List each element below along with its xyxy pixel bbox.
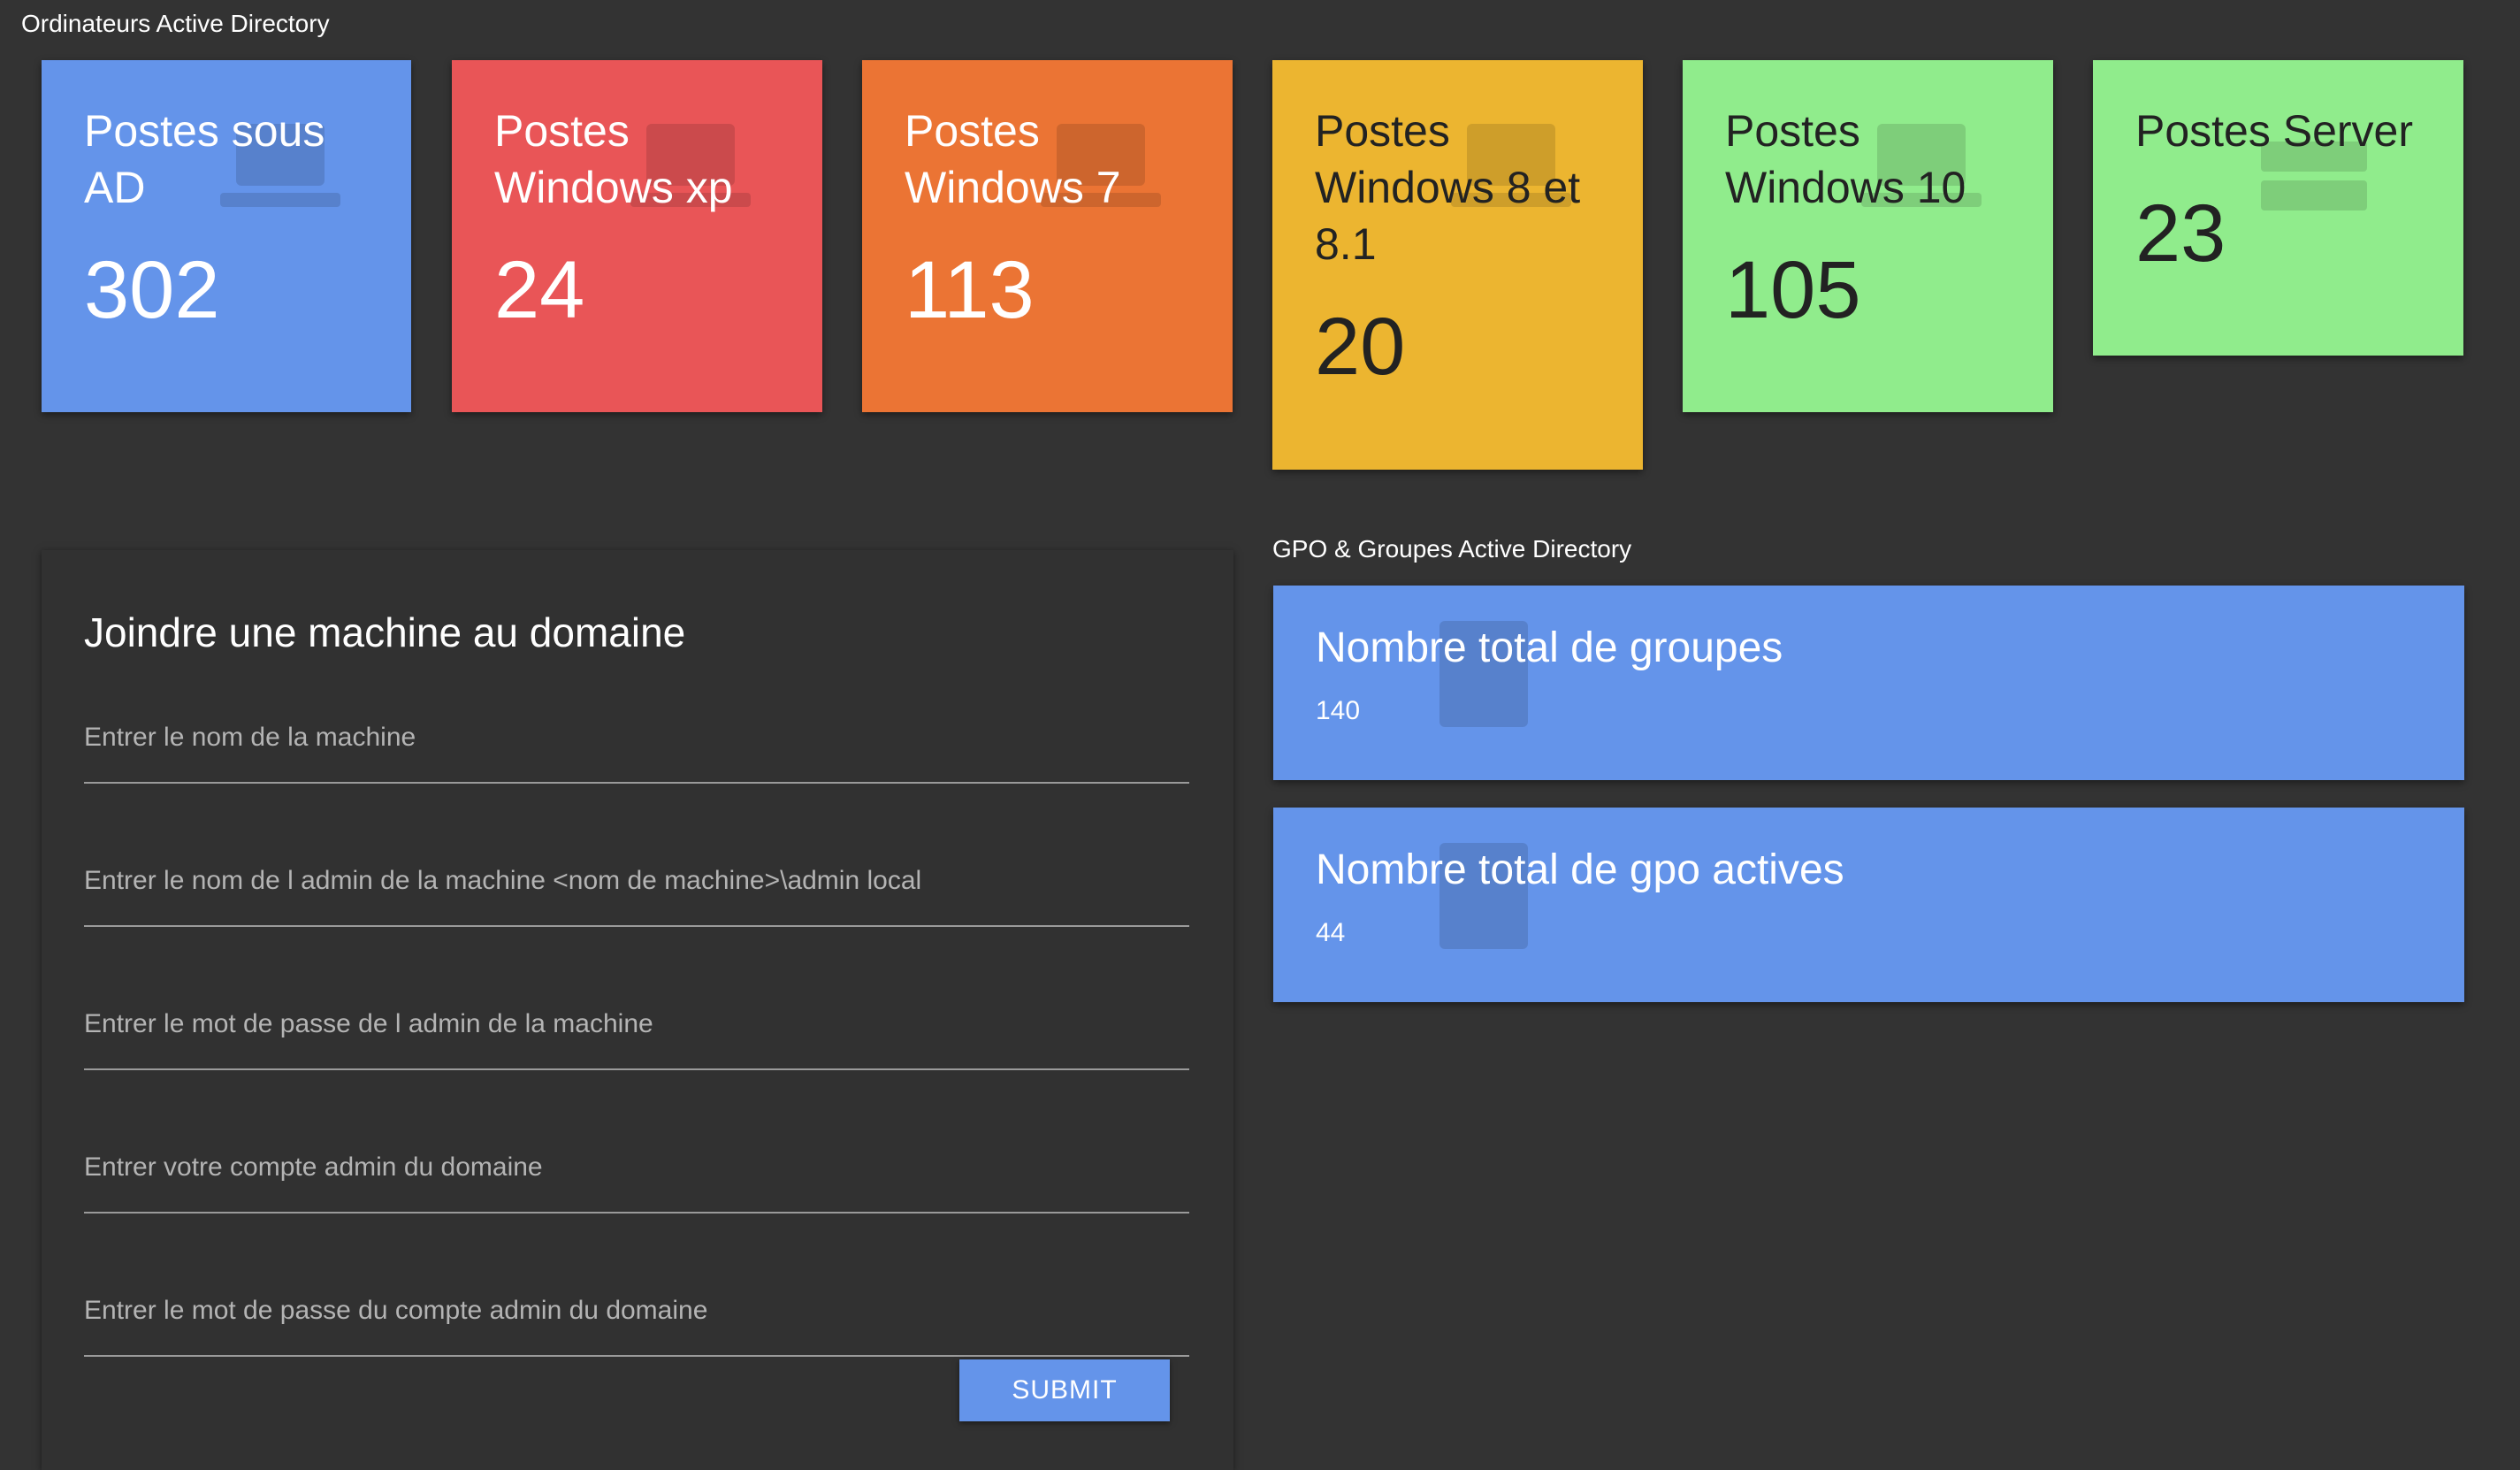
field-domain-admin	[84, 1116, 1191, 1259]
card-label: Postes Windows 10	[1725, 106, 1966, 212]
domain-admin-input[interactable]	[84, 1141, 1189, 1214]
card-label: Postes Windows 7	[905, 106, 1121, 212]
card-total-gpo[interactable]: Nombre total de gpo actives 44	[1273, 808, 2464, 1002]
card-value: 44	[1316, 918, 1346, 947]
machine-name-input[interactable]	[84, 711, 1189, 784]
field-machine-admin-password	[84, 973, 1191, 1116]
card-postes-server[interactable]: Postes Server 23	[2093, 60, 2463, 356]
computers-section-title: Ordinateurs Active Directory	[21, 10, 330, 37]
card-postes-win10[interactable]: Postes Windows 10 105	[1683, 60, 2053, 412]
form-title: Joindre une machine au domaine	[84, 609, 686, 655]
card-label: Postes Windows 8 et 8.1	[1315, 106, 1581, 269]
field-machine-name	[84, 686, 1191, 830]
card-value: 23	[2135, 188, 2226, 279]
gpo-section-title: GPO & Groupes Active Directory	[1272, 535, 1632, 563]
card-postes-ad[interactable]: Postes sous AD 302	[42, 60, 411, 412]
card-label: Nombre total de groupes	[1316, 624, 1783, 671]
card-total-groups[interactable]: Nombre total de groupes 140	[1273, 586, 2464, 780]
card-postes-win8[interactable]: Postes Windows 8 et 8.1 20	[1272, 60, 1643, 470]
card-value: 105	[1725, 245, 1861, 335]
join-domain-form: Joindre une machine au domaine SUBMIT	[42, 550, 1233, 1470]
card-value: 20	[1315, 302, 1406, 392]
card-value: 113	[905, 245, 1035, 335]
card-value: 302	[84, 245, 220, 335]
card-label: Postes Windows xp	[494, 106, 733, 212]
card-label: Nombre total de gpo actives	[1316, 846, 1844, 893]
card-label: Postes sous AD	[84, 106, 325, 212]
submit-button[interactable]: SUBMIT	[959, 1359, 1170, 1421]
card-value: 24	[494, 245, 585, 335]
card-postes-xp[interactable]: Postes Windows xp 24	[452, 60, 822, 412]
card-value: 140	[1316, 696, 1361, 725]
field-machine-admin	[84, 830, 1191, 973]
machine-admin-input[interactable]	[84, 854, 1189, 927]
card-postes-win7[interactable]: Postes Windows 7 113	[862, 60, 1233, 412]
domain-admin-password-input[interactable]	[84, 1284, 1189, 1357]
card-label: Postes Server	[2135, 106, 2414, 156]
machine-admin-password-input[interactable]	[84, 998, 1189, 1070]
